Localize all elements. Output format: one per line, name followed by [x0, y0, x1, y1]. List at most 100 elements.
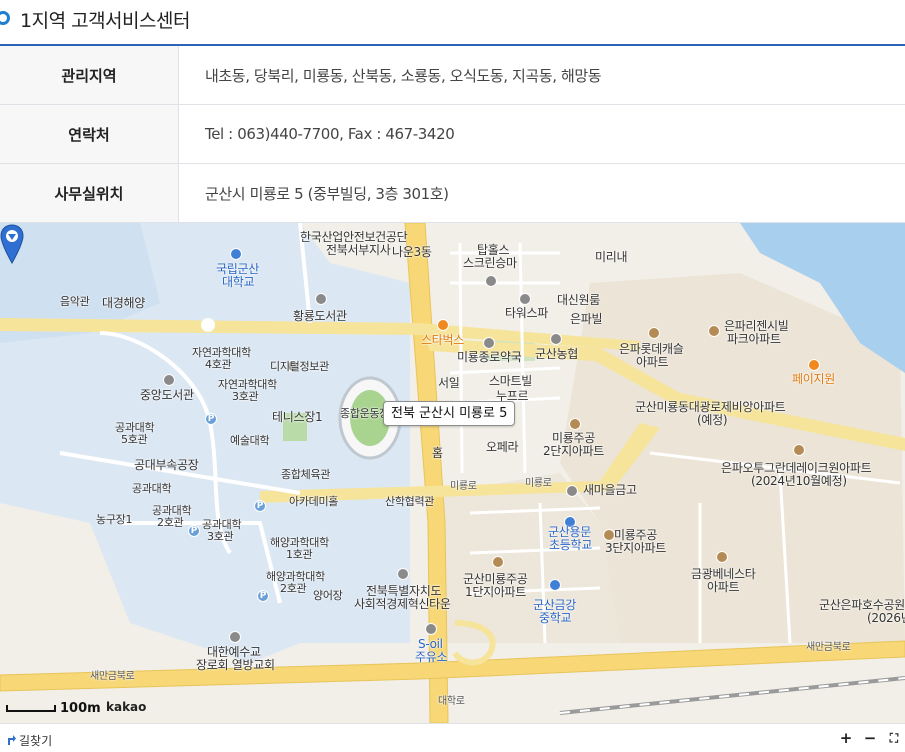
map-label: 3호관 — [232, 390, 259, 403]
location-callout[interactable]: 전북 군산시 미룡로 5 — [383, 401, 516, 426]
apartment-icon[interactable] — [648, 327, 660, 339]
map-label: 2호관 — [280, 582, 307, 595]
road-label: 미룡로 — [450, 481, 477, 492]
road-label: 새만금북로 — [90, 671, 135, 682]
map-label: 주유소 — [415, 650, 448, 664]
map-label: 대학교 — [222, 275, 255, 289]
map-label: 2호관 — [157, 516, 184, 529]
parking-icon[interactable]: P — [188, 525, 200, 537]
map-label: 대경해양 — [102, 296, 145, 310]
apartment-icon[interactable] — [793, 444, 805, 456]
map-label: 스크린승마 — [463, 256, 517, 270]
map-label: 대신원룸 — [557, 293, 600, 307]
library-icon[interactable] — [315, 293, 327, 305]
map-label: 서일 — [438, 376, 460, 390]
map-label: 예술대학 — [230, 434, 270, 447]
info-table: 관리지역 내초동, 당북리, 미룡동, 산북동, 소룡동, 오식도동, 지곡동,… — [0, 46, 905, 223]
apartment-icon[interactable] — [492, 556, 504, 568]
building-icon[interactable] — [397, 568, 409, 580]
scale-label: 100m — [60, 701, 101, 716]
map-label: 테니스장1 — [272, 410, 323, 424]
zoom-in-button[interactable]: + — [835, 729, 857, 749]
road-label: 미룡로 — [525, 478, 552, 489]
gas-station-icon[interactable] — [425, 623, 437, 635]
parking-icon[interactable]: P — [205, 413, 217, 425]
map-label: 나운3동 — [392, 245, 432, 259]
section-header: 1지역 고객서비스센터 — [0, 0, 905, 46]
map-footer: 길찾기 + − ⛶ — [0, 723, 905, 752]
location-marker-icon[interactable] — [0, 223, 24, 265]
map-label: (2024년10월예정) — [751, 474, 847, 488]
map-label: 종합운동장 — [340, 407, 390, 420]
map-label: 사회적경제혁신타운 — [354, 597, 451, 611]
map-label: 타워스파 — [505, 306, 548, 320]
parking-icon[interactable]: P — [257, 590, 269, 602]
fullscreen-button[interactable]: ⛶ — [883, 729, 905, 749]
map-label: 산학협력관 — [385, 495, 435, 508]
map-label: 스타벅스 — [421, 333, 464, 347]
map-label: 중학교 — [539, 611, 572, 625]
map-label: 2단지아파트 — [543, 444, 605, 458]
map-label: 홈 — [432, 446, 443, 460]
info-row-contact: 연락처 Tel : 063)440-7700, Fax : 467-3420 — [0, 105, 905, 164]
map-label: 4호관 — [205, 358, 232, 371]
info-label: 사무실위치 — [0, 164, 179, 222]
library-icon[interactable] — [163, 374, 175, 386]
pharmacy-icon[interactable] — [483, 337, 495, 349]
map-label: 아파트 — [636, 355, 669, 369]
zoom-out-button[interactable]: − — [859, 729, 881, 749]
map-label: 5호관 — [121, 433, 148, 446]
map-brand-logo: kakao — [106, 700, 147, 714]
map-label: (예정) — [697, 413, 728, 427]
map-label: 미룡종로약국 — [457, 350, 522, 364]
map-label: (2026년 — [867, 611, 905, 625]
map-label: 양어장 — [313, 589, 343, 602]
route-icon[interactable] — [6, 733, 16, 745]
map-label: 장로회 열방교회 — [196, 658, 275, 672]
map-view[interactable]: P P P P 한국산업안전보건공단 전북서부지사 나운3동 탑홀스 스크린승마… — [0, 223, 905, 723]
map-label: 중앙도서관 — [140, 388, 194, 402]
map-label: 미리내 — [595, 250, 628, 264]
scale-bar — [6, 705, 56, 712]
parking-icon[interactable]: P — [254, 500, 266, 512]
map-label: 공대부속공장 — [134, 458, 199, 472]
info-row-area: 관리지역 내초동, 당북리, 미룡동, 산북동, 소룡동, 오식도동, 지곡동,… — [0, 46, 905, 105]
bank-icon[interactable] — [566, 485, 578, 497]
info-label: 관리지역 — [0, 46, 179, 104]
map-label: 전북서부지사 — [326, 243, 391, 257]
map-label: 페이지원 — [792, 372, 835, 386]
map-label: 초등학교 — [549, 538, 592, 552]
info-value: Tel : 063)440-7700, Fax : 467-3420 — [205, 125, 455, 143]
university-icon[interactable] — [230, 248, 242, 260]
map-label: 농구장1 — [96, 513, 133, 526]
map-label: 3호관 — [207, 530, 234, 543]
school-icon[interactable] — [549, 579, 561, 591]
apartment-icon[interactable] — [569, 418, 581, 430]
map-label: 1호관 — [286, 548, 313, 561]
bullet-icon — [0, 11, 10, 25]
map-label: 1단지아파트 — [465, 585, 527, 599]
map-label: 군산농협 — [535, 347, 578, 361]
map-label: 3단지아파트 — [605, 541, 667, 555]
map-label: 스마트빌 — [489, 374, 532, 388]
map-label: 아카데미홀 — [289, 495, 339, 508]
map-label: 공과대학 — [132, 482, 172, 495]
map-label: 종합체육관 — [281, 468, 331, 481]
info-row-location: 사무실위치 군산시 미룡로 5 (중부빌딩, 3층 301호) — [0, 164, 905, 223]
bank-icon[interactable] — [550, 333, 562, 345]
map-label: 은파빌 — [570, 312, 603, 326]
map-label: 아파트 — [707, 580, 740, 594]
apartment-icon[interactable] — [716, 551, 728, 563]
info-value: 군산시 미룡로 5 (중부빌딩, 3층 301호) — [205, 184, 449, 203]
info-label: 연락처 — [0, 105, 179, 163]
map-label: 디지털정보관 — [270, 360, 329, 373]
apartment-icon[interactable] — [708, 325, 720, 337]
church-icon[interactable] — [229, 631, 241, 643]
directions-link[interactable]: 길찾기 — [19, 732, 52, 749]
building-icon[interactable] — [485, 275, 497, 287]
spa-icon[interactable] — [519, 293, 531, 305]
road-label: 대학로 — [438, 696, 465, 707]
cafe-icon[interactable] — [808, 359, 820, 371]
page-title: 1지역 고객서비스센터 — [20, 10, 190, 32]
cafe-icon[interactable] — [437, 319, 449, 331]
